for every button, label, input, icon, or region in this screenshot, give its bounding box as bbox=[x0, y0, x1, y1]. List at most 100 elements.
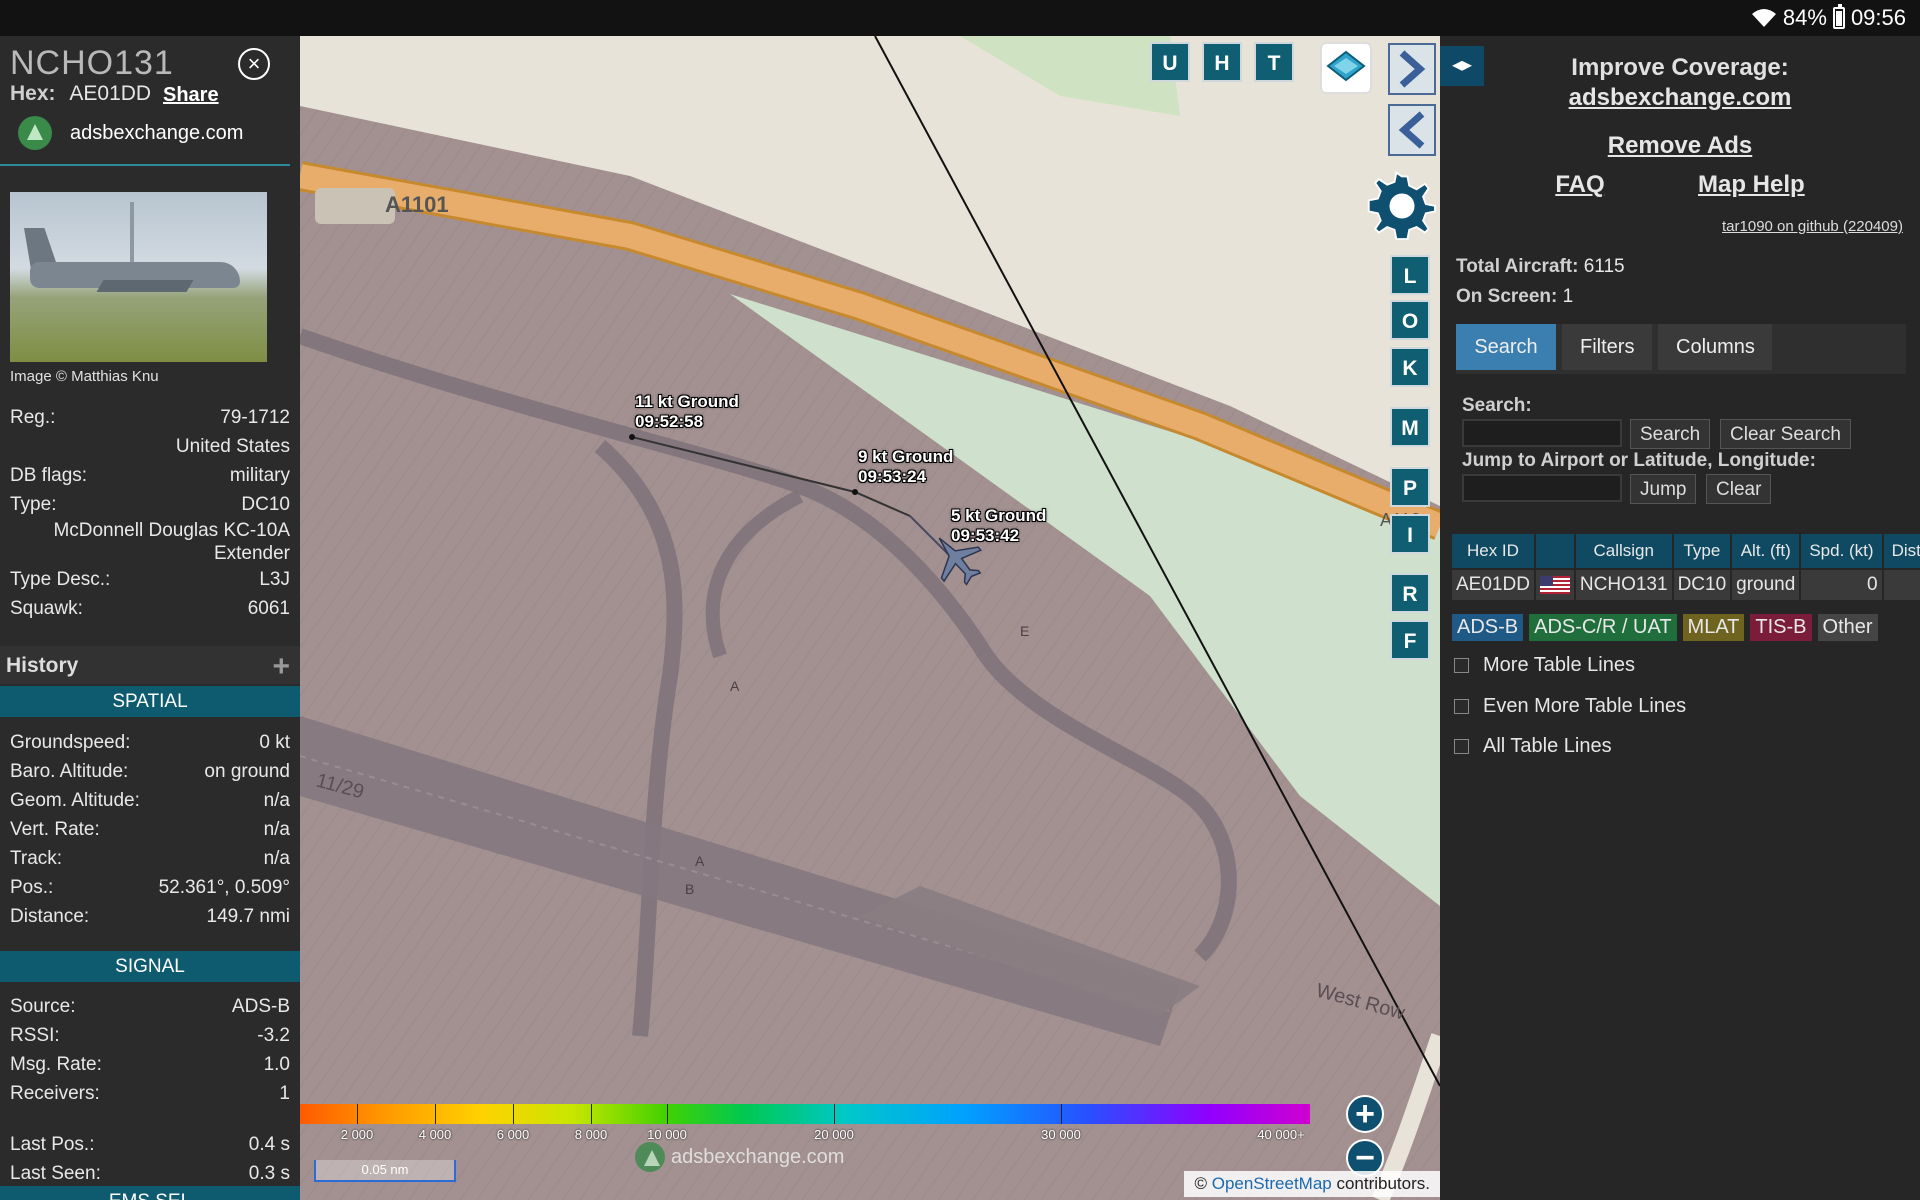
map-help-link[interactable]: Map Help bbox=[1698, 171, 1805, 198]
history-header[interactable]: History + bbox=[0, 646, 300, 684]
aircraft-table: Hex ID Callsign Type Alt. (ft) Spd. (kt)… bbox=[1450, 532, 1920, 602]
column-header[interactable]: Spd. (kt) bbox=[1801, 534, 1882, 568]
detail-row: Vert. Rate: n/a bbox=[10, 819, 290, 840]
toggle-p-button[interactable]: P bbox=[1390, 467, 1430, 507]
taxiway-label: E bbox=[1020, 623, 1029, 639]
share-link[interactable]: Share bbox=[163, 84, 219, 107]
tab-filters[interactable]: Filters bbox=[1562, 324, 1652, 370]
improve-coverage-heading: Improve Coverage: bbox=[1571, 54, 1789, 81]
toggle-i-button[interactable]: I bbox=[1390, 514, 1430, 554]
detail-row: United States bbox=[175, 436, 290, 457]
tab-columns[interactable]: Columns bbox=[1658, 324, 1772, 370]
openstreetmap-link[interactable]: OpenStreetMap bbox=[1212, 1174, 1332, 1193]
source-legend: ADS-B ADS-C/R / UAT MLAT TIS-B Other bbox=[1452, 614, 1878, 641]
search-label: Search: bbox=[1462, 395, 1532, 416]
even-more-table-lines-option[interactable]: Even More Table Lines bbox=[1454, 695, 1686, 718]
expand-plus-icon[interactable]: + bbox=[272, 650, 290, 684]
faq-link[interactable]: FAQ bbox=[1555, 171, 1604, 198]
previous-button[interactable] bbox=[1388, 104, 1436, 156]
all-table-lines-option[interactable]: All Table Lines bbox=[1454, 735, 1612, 758]
clear-search-button[interactable]: Clear Search bbox=[1720, 419, 1851, 449]
source-link[interactable]: adsbexchange.com bbox=[18, 116, 243, 150]
remove-ads-link[interactable]: Remove Ads bbox=[1608, 132, 1753, 159]
detail-row: Distance: 149.7 nmi bbox=[10, 906, 290, 927]
toggle-m-button[interactable]: M bbox=[1390, 407, 1430, 447]
wifi-icon bbox=[1751, 9, 1776, 27]
search-button[interactable]: Search bbox=[1630, 419, 1711, 449]
taxiway-label: A bbox=[695, 853, 705, 869]
github-link[interactable]: tar1090 on github (220409) bbox=[1722, 218, 1903, 235]
column-header[interactable]: Type bbox=[1673, 534, 1731, 568]
toggle-u-button[interactable]: U bbox=[1150, 42, 1190, 82]
toggle-o-button[interactable]: O bbox=[1390, 300, 1430, 340]
altitude-tick-label: 6 000 bbox=[496, 1127, 530, 1142]
road-label: A1101 bbox=[385, 192, 449, 217]
source-site: adsbexchange.com bbox=[70, 121, 244, 144]
map-canvas[interactable]: A1101 A110 11/29 West Row A E A B bbox=[300, 36, 1440, 1200]
status-bar: 84% 09:56 bbox=[0, 0, 1920, 36]
selected-callsign: NCHO131 bbox=[10, 44, 174, 82]
next-button[interactable] bbox=[1388, 43, 1436, 95]
tab-search[interactable]: Search bbox=[1456, 324, 1556, 370]
more-table-lines-option[interactable]: More Table Lines bbox=[1454, 654, 1635, 677]
column-header[interactable]: Hex ID bbox=[1452, 534, 1534, 568]
toggle-h-button[interactable]: H bbox=[1202, 42, 1242, 82]
checkbox[interactable] bbox=[1454, 739, 1469, 754]
toggle-k-button[interactable]: K bbox=[1390, 347, 1430, 387]
hex-value: AE01DD bbox=[69, 82, 152, 105]
detail-row: Receivers: 1 bbox=[10, 1083, 290, 1104]
clear-jump-button[interactable]: Clear bbox=[1706, 474, 1772, 504]
cell-distance: 149 bbox=[1883, 570, 1920, 600]
table-row[interactable]: AE01DD NCHO131 DC10 ground 0 149 bbox=[1452, 570, 1920, 600]
jump-button[interactable]: Jump bbox=[1630, 474, 1697, 504]
taxiway-label: B bbox=[685, 881, 694, 897]
layers-button[interactable] bbox=[1320, 42, 1372, 94]
aircraft-photo[interactable] bbox=[10, 192, 267, 362]
aircraft-info-panel: NCHO131 × Hex: AE01DD Share adsbexchange… bbox=[0, 36, 300, 1200]
signal-section-title: SIGNAL bbox=[0, 951, 300, 982]
detail-row: Type Desc.: L3J bbox=[10, 569, 290, 590]
column-header[interactable]: Alt. (ft) bbox=[1732, 534, 1800, 568]
road-shield bbox=[315, 188, 395, 224]
cell-speed: 0 bbox=[1801, 570, 1882, 600]
toggle-r-button[interactable]: R bbox=[1390, 573, 1430, 613]
column-header[interactable]: Dist. (nm bbox=[1883, 534, 1920, 568]
scale-bar: 0.05 nm bbox=[314, 1160, 456, 1182]
adsbexchange-logo-icon bbox=[18, 116, 52, 150]
chevron-right-icon bbox=[1399, 50, 1426, 88]
legend-other: Other bbox=[1817, 614, 1878, 641]
toggle-f-button[interactable]: F bbox=[1390, 620, 1430, 660]
divider bbox=[0, 164, 290, 166]
detail-row: Squawk: 6061 bbox=[10, 598, 290, 619]
column-header[interactable] bbox=[1535, 534, 1574, 568]
altitude-color-scale bbox=[300, 1104, 1310, 1124]
altitude-tick-label: 40 000+ bbox=[1257, 1127, 1305, 1142]
map-view[interactable]: A1101 A110 11/29 West Row A E A B 11 kt … bbox=[300, 36, 1440, 1200]
total-aircraft: Total Aircraft: 6115 bbox=[1456, 256, 1625, 277]
improve-coverage-link[interactable]: adsbexchange.com bbox=[1569, 84, 1792, 111]
detail-row: Baro. Altitude: on ground bbox=[10, 761, 290, 782]
settings-gear-icon[interactable] bbox=[1366, 170, 1438, 242]
toggle-l-button[interactable]: L bbox=[1390, 255, 1430, 295]
checkbox[interactable] bbox=[1454, 699, 1469, 714]
signal-details: Source: ADS-B RSSI: -3.2 Msg. Rate: 1.0 Rec… bbox=[10, 992, 290, 1108]
detail-row: McDonnell Douglas KC-10A Extender bbox=[53, 520, 290, 564]
detail-row: Pos.: 52.361°, 0.509° bbox=[10, 877, 290, 898]
zoom-in-button[interactable]: + bbox=[1346, 1095, 1384, 1133]
altitude-tick-label: 10 000 bbox=[647, 1127, 687, 1142]
close-icon[interactable]: × bbox=[238, 48, 270, 80]
toggle-t-button[interactable]: T bbox=[1254, 42, 1294, 82]
detail-row: Type: DC10 bbox=[10, 494, 290, 515]
detail-row: Geom. Altitude: n/a bbox=[10, 790, 290, 811]
jump-input[interactable] bbox=[1462, 474, 1622, 502]
clock: 09:56 bbox=[1850, 5, 1906, 30]
detail-row: Msg. Rate: 1.0 bbox=[10, 1054, 290, 1075]
altitude-tick-label: 2 000 bbox=[340, 1127, 374, 1142]
detail-row: RSSI: -3.2 bbox=[10, 1025, 290, 1046]
photo-credit: Image © Matthias Knu bbox=[10, 368, 159, 385]
legend-adsb: ADS-B bbox=[1452, 614, 1524, 641]
column-header[interactable]: Callsign bbox=[1575, 534, 1672, 568]
trail-point-label: 5 kt Ground 09:53:42 bbox=[951, 506, 1047, 545]
search-input[interactable] bbox=[1462, 419, 1622, 447]
checkbox[interactable] bbox=[1454, 658, 1469, 673]
